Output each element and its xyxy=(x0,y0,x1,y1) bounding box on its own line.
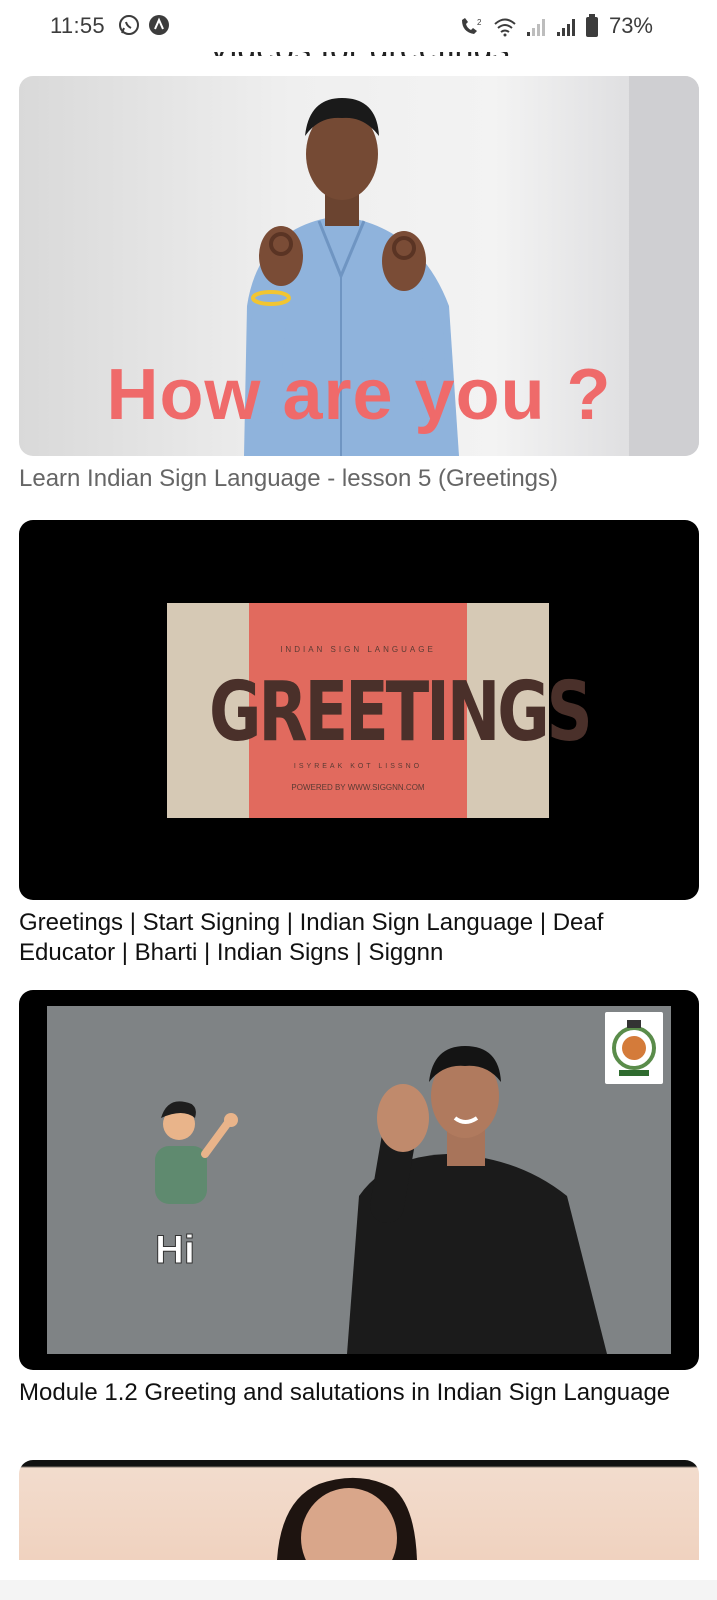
video-card[interactable]: INDIAN SIGN LANGUAGE GREETINGS ISYREAK K… xyxy=(19,520,699,968)
status-right-icons: 2 xyxy=(459,14,599,38)
greetings-card-top: INDIAN SIGN LANGUAGE xyxy=(280,645,436,654)
video-card[interactable]: Hi Module 1.2 Greeting and salutations i… xyxy=(19,990,699,1408)
video-thumbnail[interactable]: INDIAN SIGN LANGUAGE GREETINGS ISYREAK K… xyxy=(19,520,699,900)
presenter-figure xyxy=(277,1477,417,1560)
greetings-card-powered: POWERED BY WWW.SIGGNN.COM xyxy=(291,783,425,792)
emblem-icon xyxy=(612,1020,656,1076)
svg-text:2: 2 xyxy=(477,18,482,27)
greetings-card-word: GREETINGS xyxy=(209,665,593,760)
thumbnail-overlay-text: Hi xyxy=(155,1228,196,1273)
status-time: 11:55 xyxy=(50,13,105,38)
thumbnail-panel: Hi xyxy=(47,1006,671,1354)
signal-icon xyxy=(557,19,575,36)
greetings-title-card: INDIAN SIGN LANGUAGE GREETINGS ISYREAK K… xyxy=(167,603,593,818)
status-bar: 11:55 2 73% xyxy=(0,0,717,52)
video-card[interactable] xyxy=(19,1460,699,1560)
video-thumbnail[interactable]: How are you ? xyxy=(19,76,699,456)
signal-weak-icon xyxy=(527,19,545,36)
app-notification-icon xyxy=(149,15,169,35)
video-title[interactable]: Module 1.2 Greeting and salutations in I… xyxy=(19,1378,699,1408)
video-title[interactable]: Greetings | Start Signing | Indian Sign … xyxy=(19,908,699,968)
wifi-icon xyxy=(494,18,516,37)
volte-call-icon: 2 xyxy=(462,18,482,34)
battery-icon xyxy=(586,14,598,37)
cartoon-waving-figure xyxy=(155,1046,607,1354)
video-card[interactable]: How are you ? Learn Indian Sign Language… xyxy=(19,76,699,494)
video-title[interactable]: Learn Indian Sign Language - lesson 5 (G… xyxy=(19,464,699,494)
battery-percent: 73% xyxy=(608,13,653,38)
video-thumbnail[interactable]: Hi xyxy=(19,990,699,1370)
status-left-icons xyxy=(118,14,170,36)
institution-logo xyxy=(605,1012,663,1084)
video-thumbnail[interactable] xyxy=(19,1460,699,1560)
thumbnail-overlay-text: How are you ? xyxy=(106,355,612,435)
whatsapp-icon xyxy=(119,15,139,35)
bottom-gesture-bar xyxy=(0,1580,717,1600)
greetings-card-sub: ISYREAK KOT LISSNO xyxy=(293,763,423,770)
